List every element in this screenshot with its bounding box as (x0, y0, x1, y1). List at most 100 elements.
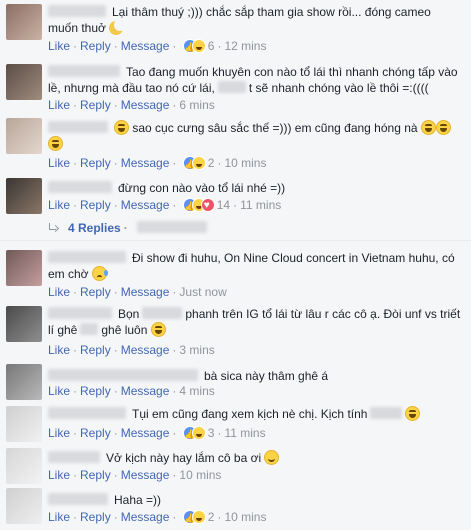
timestamp[interactable]: 10 mins (179, 468, 221, 482)
comment-body: Lại thâm thuý ;))) chắc sắp tham gia sho… (48, 4, 461, 36)
comment-item: Đi show đi huhu, On Nine Cloud concert i… (0, 244, 471, 300)
comment-text: ghê luôn (101, 323, 148, 337)
avatar[interactable] (6, 178, 42, 214)
message-link[interactable]: Message (121, 98, 170, 112)
comment-body: Vở kịch này hay lắm cô ba ơi (48, 450, 461, 466)
timestamp[interactable]: 4 mins (179, 384, 214, 398)
commenter-name[interactable] (48, 451, 100, 463)
like-link[interactable]: Like (48, 285, 70, 299)
avatar[interactable] (6, 448, 42, 484)
timestamp[interactable]: 3 mins (179, 343, 214, 357)
commenter-name[interactable] (48, 307, 112, 319)
comment-actions: Like·Reply·Message· 2·10 mins (48, 509, 266, 526)
avatar[interactable] (6, 364, 42, 400)
message-link[interactable]: Message (121, 343, 170, 357)
reply-link[interactable]: Reply (80, 468, 111, 482)
commenter-name[interactable] (48, 251, 126, 263)
reply-link[interactable]: Reply (80, 39, 111, 53)
avatar[interactable] (6, 406, 42, 442)
reply-link[interactable]: Reply (80, 426, 111, 440)
avatar[interactable] (6, 118, 42, 154)
like-link[interactable]: Like (48, 198, 70, 212)
reply-link[interactable]: Reply (80, 343, 111, 357)
message-link[interactable]: Message (121, 510, 170, 524)
comment-body: Bọn phanh trên IG tổ lái từ lâu r các cô … (48, 306, 461, 338)
comment-feed: Lại thâm thuý ;))) chắc sắp tham gia sho… (0, 0, 471, 530)
comment-body: Haha =)) (48, 492, 461, 508)
comment-actions: Like·Reply·Message· 6·12 mins (48, 38, 266, 55)
like-link[interactable]: Like (48, 343, 70, 357)
timestamp[interactable]: 11 mins (224, 426, 265, 440)
message-link[interactable]: Message (121, 468, 170, 482)
commenter-name[interactable] (48, 5, 106, 17)
avatar[interactable] (6, 250, 42, 286)
reply-link[interactable]: Reply (80, 510, 111, 524)
reaction-summary[interactable]: 6 (182, 39, 214, 55)
reply-link[interactable]: Reply (80, 156, 111, 170)
commenter-name[interactable] (48, 65, 120, 77)
message-link[interactable]: Message (121, 384, 170, 398)
redacted-text (80, 323, 99, 335)
view-replies-link[interactable]: 4 Replies · (48, 221, 207, 235)
like-link[interactable]: Like (48, 510, 70, 524)
comment-item: Tụi em cũng đang xem kịch nè chị. Kịch t… (0, 404, 471, 446)
comment-text: đừng con nào vào tổ lái nhé =)) (118, 181, 286, 195)
like-link[interactable]: Like (48, 468, 70, 482)
commenter-name[interactable] (48, 369, 198, 381)
like-link[interactable]: Like (48, 156, 70, 170)
comment-text: bà sica này thâm ghê á (204, 369, 329, 383)
like-link[interactable]: Like (48, 426, 70, 440)
reply-link[interactable]: Reply (80, 98, 111, 112)
reaction-count: 14 (216, 198, 231, 212)
comment-text: Vở kịch này hay lắm cô ba ơi (106, 451, 262, 465)
reaction-summary[interactable]: 3 (182, 426, 214, 442)
timestamp[interactable]: 11 mins (240, 198, 281, 212)
timestamp[interactable]: Just now (179, 285, 226, 299)
reply-link[interactable]: Reply (80, 285, 111, 299)
reply-author-names (136, 221, 207, 233)
comment-text: Bọn (118, 307, 140, 321)
commenter-name[interactable] (48, 493, 108, 505)
avatar[interactable] (6, 4, 42, 40)
like-link[interactable]: Like (48, 98, 70, 112)
like-link[interactable]: Like (48, 39, 70, 53)
comment-body: Đi show đi huhu, On Nine Cloud concert i… (48, 250, 461, 282)
timestamp[interactable]: 6 mins (179, 98, 214, 112)
replies-count: 4 Replies (68, 221, 121, 235)
message-link[interactable]: Message (121, 39, 170, 53)
comment-actions: Like · Reply · Message · 4 mins (48, 384, 215, 398)
redacted-text (217, 81, 246, 93)
crescent-moon-emoji-icon (109, 19, 127, 35)
message-link[interactable]: Message (121, 285, 170, 299)
comment-item: sao cục cưng sâu sắc thế =))) em cũng đa… (0, 118, 471, 174)
smiling-emoji-icon (264, 450, 280, 465)
reply-link[interactable]: Reply (80, 198, 111, 212)
reaction-summary[interactable]: 2 (182, 156, 214, 172)
timestamp[interactable]: 12 mins (224, 39, 266, 53)
reply-arrow-icon (48, 223, 58, 233)
message-link[interactable]: Message (121, 198, 170, 212)
timestamp[interactable]: 10 mins (224, 510, 266, 524)
avatar[interactable] (6, 64, 42, 100)
comment-text: Haha =)) (114, 493, 162, 507)
commenter-name[interactable] (48, 407, 126, 419)
laughing-emoji-icon (435, 120, 451, 135)
reaction-summary[interactable]: 2 (182, 510, 214, 526)
comment-text: Tụi em cũng đang xem kịch nè chị. Kịch t… (132, 407, 368, 421)
avatar[interactable] (6, 306, 42, 342)
comment-actions: Like·Reply·Message· 2·10 mins (48, 155, 266, 172)
avatar[interactable] (6, 488, 42, 524)
comment-actions: Like · Reply · Message · 3 mins (48, 343, 215, 357)
laughing-emoji-icon (48, 136, 63, 151)
comment-item: Haha =)) Like·Reply·Message· 2·10 mins (0, 486, 471, 530)
divider (0, 240, 471, 241)
message-link[interactable]: Message (121, 426, 170, 440)
message-link[interactable]: Message (121, 156, 170, 170)
commenter-name[interactable] (48, 181, 112, 193)
timestamp[interactable]: 10 mins (224, 156, 266, 170)
reaction-summary[interactable]: 14 (182, 198, 231, 214)
reply-link[interactable]: Reply (80, 384, 111, 398)
commenter-name[interactable] (48, 121, 108, 133)
laughing-emoji-icon (114, 120, 129, 135)
like-link[interactable]: Like (48, 384, 70, 398)
